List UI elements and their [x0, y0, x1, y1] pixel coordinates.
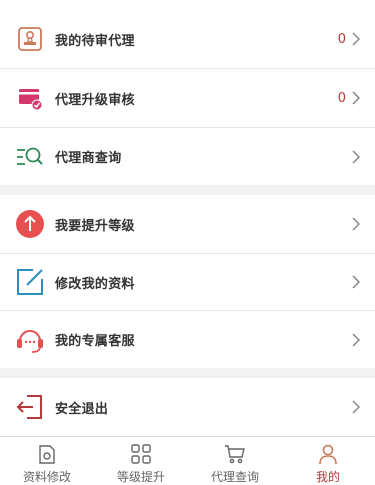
menu-item-label: 修改我的资料 [55, 276, 135, 292]
tab-label: 等级提升 [116, 470, 165, 484]
chevron-right-icon [352, 32, 361, 46]
menu-item-label: 我要提升等级 [55, 218, 135, 234]
logout-icon [14, 391, 46, 423]
list-search-icon [14, 141, 46, 173]
chevron-right-icon [352, 217, 361, 231]
menu-item-edit-profile[interactable]: 修改我的资料 [0, 254, 375, 310]
tab-label: 资料修改 [22, 470, 71, 484]
menu-item-label: 我的专属客服 [55, 334, 135, 349]
menu-item-agent-query[interactable]: 代理商查询 [0, 128, 375, 185]
edit-square-icon [14, 266, 46, 298]
chevron-right-icon [352, 149, 361, 164]
upgrade-count-badge: 0 [337, 90, 346, 106]
tab-label: 代理查询 [210, 470, 259, 484]
tab-label: 我的 [315, 470, 340, 484]
pending-count-badge: 0 [337, 31, 346, 47]
user-icon [319, 444, 337, 465]
menu-item-label: 代理商查询 [55, 151, 122, 166]
card-check-icon [14, 82, 46, 114]
menu-item-label: 代理升级审核 [55, 92, 135, 108]
grid-icon [131, 444, 151, 464]
menu-item-label: 我的待审代理 [55, 33, 135, 49]
stamp-icon [14, 23, 46, 55]
tab-mine[interactable]: 我的 [281, 437, 375, 485]
menu-group-1: 我的待审代理 0 代理升级审核 0 代理商查询 [0, 0, 375, 185]
menu-group-3: 安全退出 [0, 378, 375, 436]
chevron-right-icon [352, 400, 361, 414]
chevron-right-icon [352, 332, 361, 347]
chevron-right-icon [352, 91, 361, 105]
tab-level-upgrade[interactable]: 等级提升 [94, 437, 188, 485]
menu-group-2: 我要提升等级 修改我的资料 我的专属客服 [0, 195, 375, 368]
bottom-tab-bar: 资料修改 等级提升 代理查询 我的 [0, 436, 375, 485]
menu-item-logout[interactable]: 安全退出 [0, 378, 375, 436]
tab-agent-query[interactable]: 代理查询 [188, 437, 282, 485]
arrow-up-circle-icon [14, 208, 46, 240]
menu-item-customer-service[interactable]: 我的专属客服 [0, 311, 375, 368]
menu-item-upgrade-level[interactable]: 我要提升等级 [0, 195, 375, 253]
menu-item-pending-agents[interactable]: 我的待审代理 0 [0, 10, 375, 68]
camera-doc-icon [39, 445, 55, 464]
menu-item-label: 安全退出 [55, 401, 109, 417]
chevron-right-icon [352, 275, 361, 289]
tab-profile-edit[interactable]: 资料修改 [0, 437, 94, 485]
menu-item-upgrade-review[interactable]: 代理升级审核 0 [0, 69, 375, 127]
headset-icon [14, 324, 46, 356]
cart-icon [225, 445, 245, 464]
